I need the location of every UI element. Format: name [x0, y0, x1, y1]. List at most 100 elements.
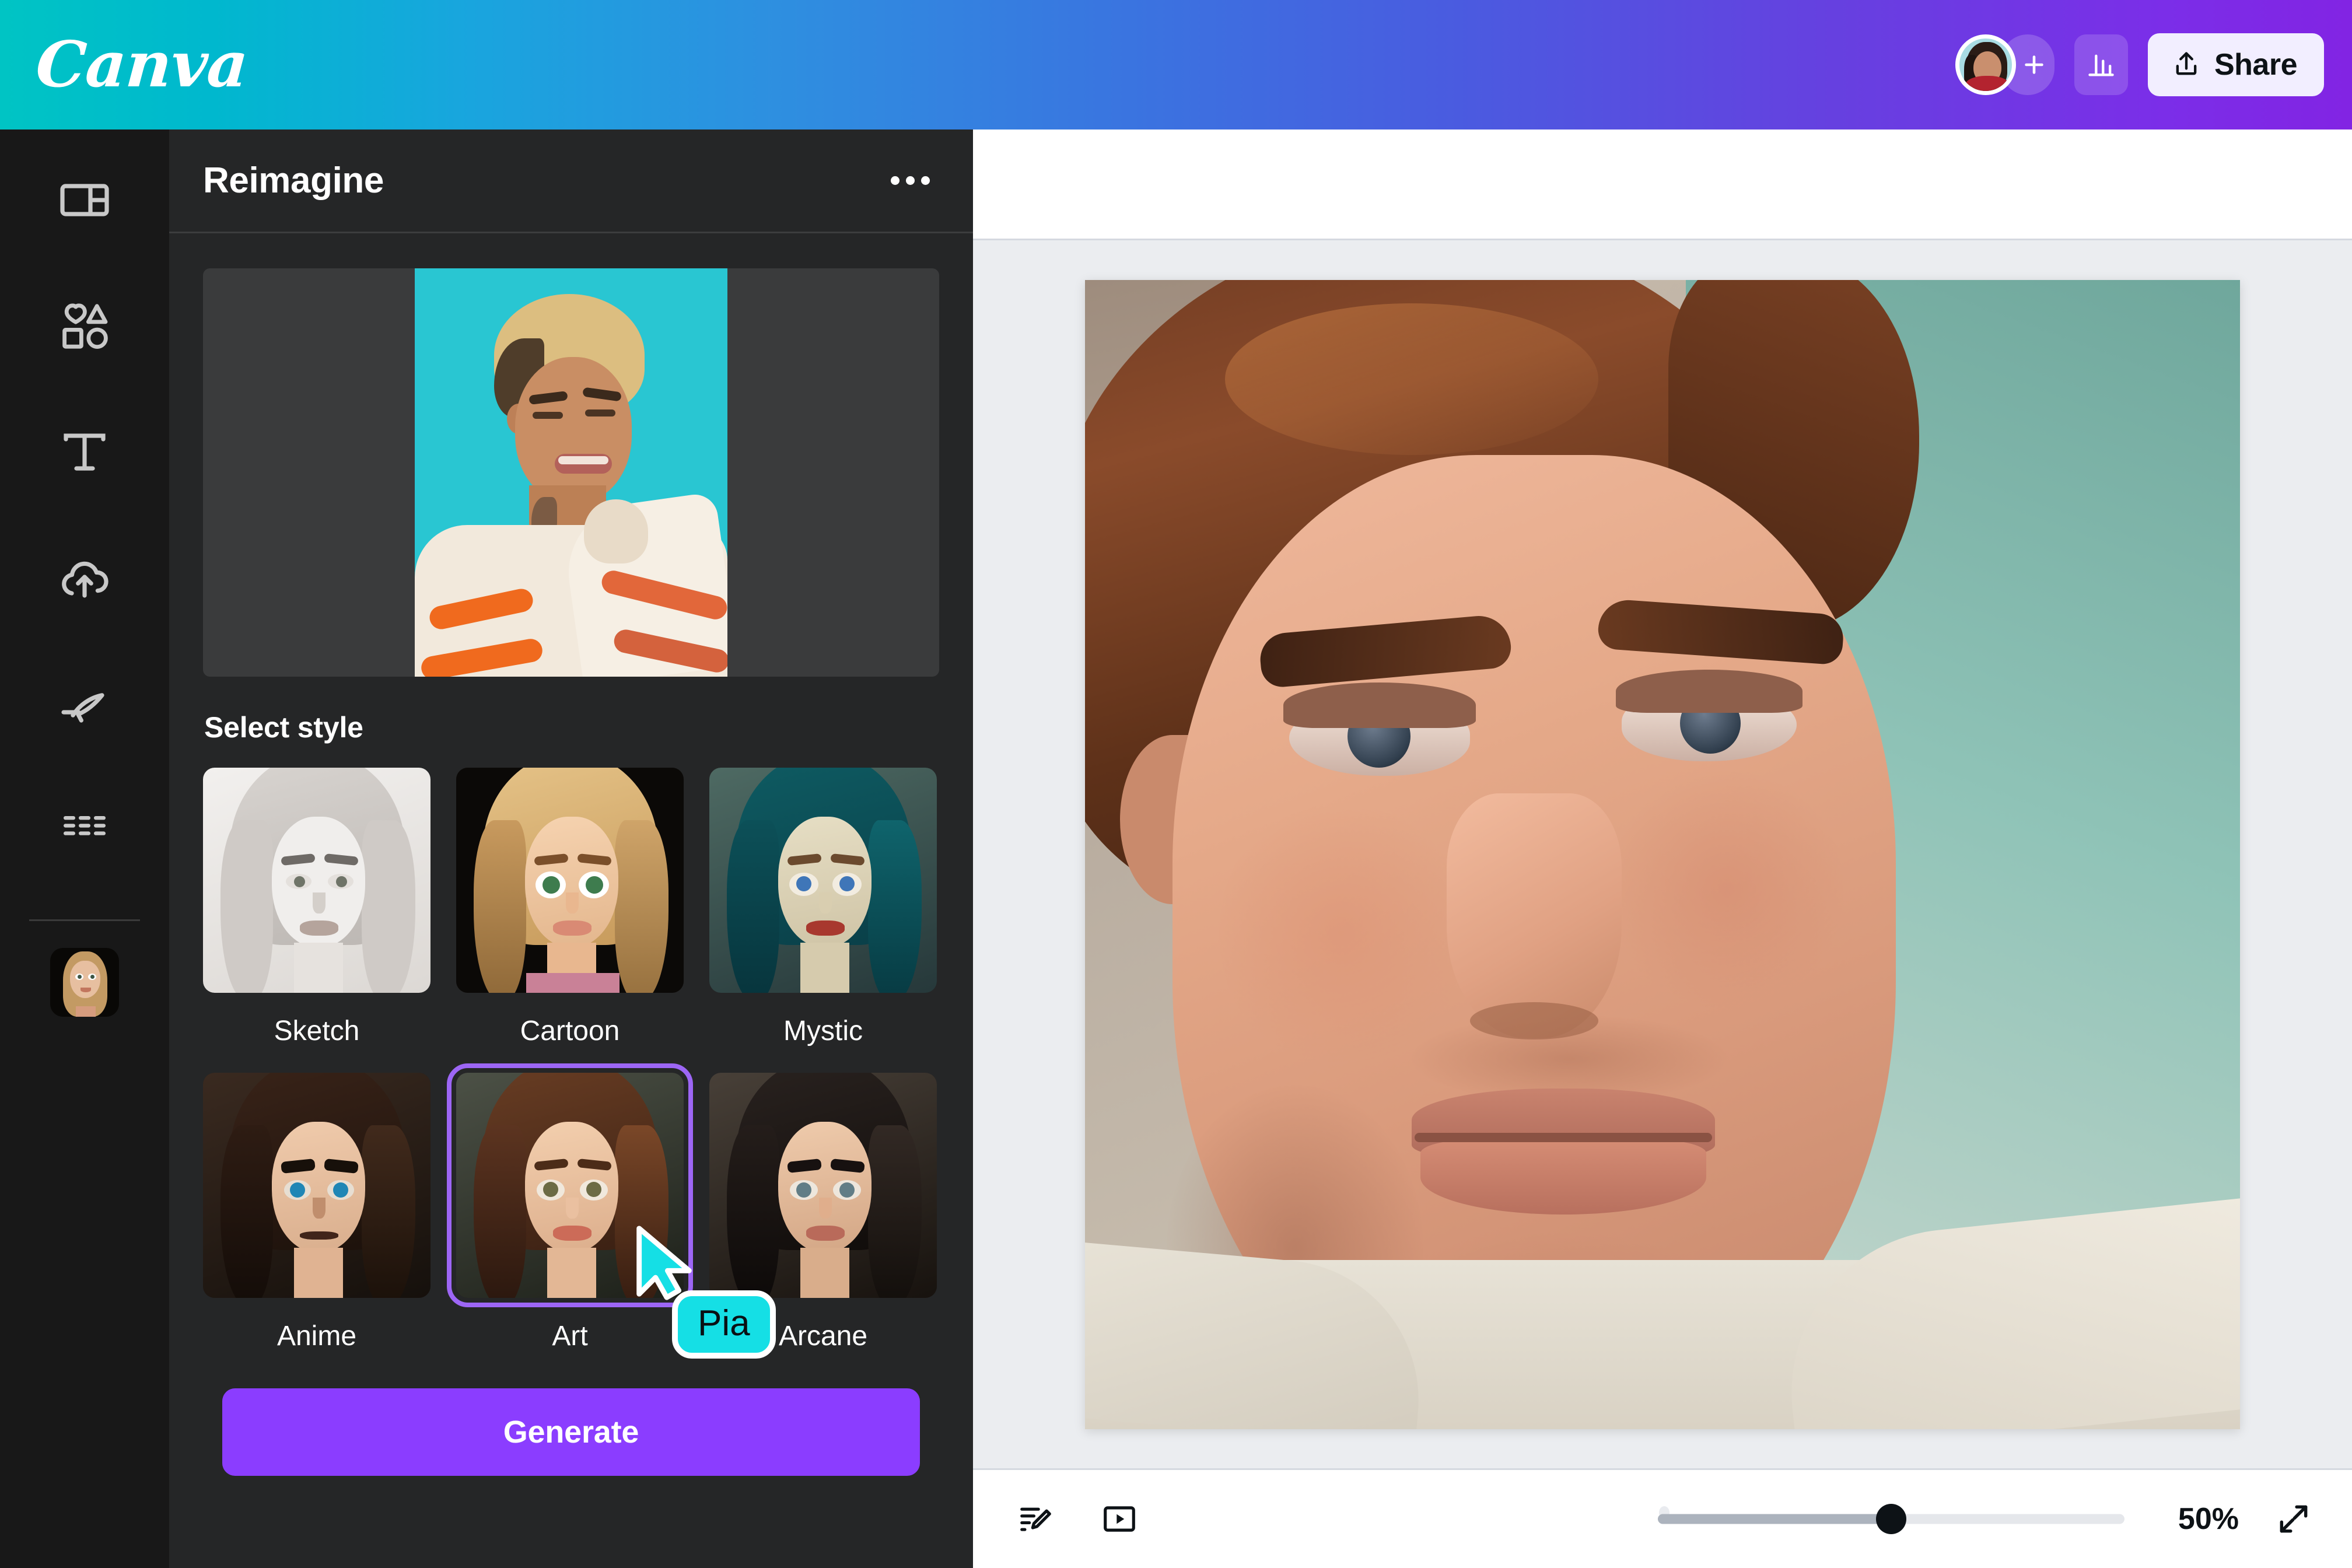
zoom-slider-thumb[interactable]: [1876, 1504, 1906, 1534]
cartoon-lips: [553, 921, 592, 936]
style-thumb-mystic: [709, 768, 937, 993]
generate-row: Generate: [203, 1352, 939, 1476]
anime-nose: [313, 1198, 326, 1219]
sketch-nose: [313, 892, 326, 914]
thumb-face: [70, 961, 100, 998]
style-label-arcane: Arcane: [778, 1321, 868, 1352]
arcane-pupil-left: [796, 1182, 811, 1198]
anime-hair-left: [220, 1125, 273, 1298]
mystic-lips: [806, 921, 845, 936]
art-neck: [547, 1248, 596, 1298]
cartoon-hair-right: [615, 820, 668, 993]
design-layout-icon: [60, 184, 109, 216]
style-thumb-anime: [203, 1073, 430, 1298]
zoom-slider-fill: [1658, 1514, 1891, 1524]
style-label-cartoon: Cartoon: [520, 1016, 620, 1046]
notes-edit-icon: [1020, 1507, 1051, 1531]
sketch-neck: [294, 943, 343, 993]
thumb-neck: [76, 1006, 96, 1017]
header-actions: Share: [1955, 33, 2324, 96]
art-pupil-right: [586, 1182, 601, 1197]
reimagine-panel: Reimagine Select style Sketch Cartoon My…: [169, 130, 973, 1568]
sidebar-item-apps[interactable]: [35, 780, 134, 880]
cartoon-nose: [566, 892, 579, 914]
sidebar-item-text[interactable]: [35, 402, 134, 502]
sidebar-item-uploads[interactable]: [35, 528, 134, 628]
recent-app-thumbnail[interactable]: [50, 948, 119, 1017]
thumb-mouth: [80, 988, 91, 992]
source-image: [415, 268, 727, 677]
sketch-lips: [300, 921, 338, 936]
avatar-body: [1965, 76, 2010, 91]
src-face: [515, 357, 632, 503]
bar-chart-icon: [2088, 54, 2114, 76]
uploads-cloud-icon: [62, 561, 108, 598]
share-button[interactable]: Share: [2147, 33, 2324, 96]
canvas-area[interactable]: [973, 240, 2352, 1470]
expand-diagonal-icon: [2280, 1505, 2308, 1533]
style-label-mystic: Mystic: [783, 1016, 863, 1046]
anime-pupil-right: [333, 1182, 348, 1198]
arcane-lips: [806, 1226, 845, 1241]
notes-button[interactable]: [1006, 1489, 1065, 1549]
sketch-hair-left: [220, 820, 273, 993]
src-eye-left: [533, 412, 563, 419]
panel-body: Select style Sketch Cartoon Mystic Anime…: [169, 233, 973, 1568]
style-option-cartoon[interactable]: Cartoon: [456, 768, 684, 1047]
canva-editor: Canva Share Reimagine Select style Sketc…: [0, 0, 2352, 1568]
avatar[interactable]: [1955, 34, 2016, 95]
share-button-label: Share: [2214, 48, 2298, 82]
sidebar-item-draw[interactable]: [35, 654, 134, 754]
present-button[interactable]: [1090, 1489, 1149, 1549]
rail-divider: [29, 919, 140, 921]
anime-pupil-left: [290, 1182, 305, 1198]
analytics-button[interactable]: [2074, 34, 2128, 95]
apps-grid-icon: [64, 816, 106, 835]
style-option-anime[interactable]: Anime: [203, 1073, 430, 1352]
style-label-sketch: Sketch: [274, 1016, 360, 1046]
sidebar-item-elements[interactable]: [35, 276, 134, 376]
sketch-pupil-left: [294, 876, 305, 887]
style-option-sketch[interactable]: Sketch: [203, 768, 430, 1047]
art-lips: [553, 1226, 592, 1241]
zoom-slider[interactable]: [1658, 1502, 2124, 1536]
source-image-preview[interactable]: [203, 268, 939, 677]
style-option-arcane[interactable]: Arcane: [709, 1073, 937, 1352]
mystic-neck: [800, 943, 849, 993]
more-dot-3: [921, 176, 930, 185]
sidebar-item-design[interactable]: [35, 150, 134, 250]
editor-main: 50%: [973, 130, 2352, 1568]
more-dot-2: [905, 176, 915, 185]
cartoon-shirt: [526, 973, 620, 993]
panel-header: Reimagine: [169, 130, 973, 233]
zoom-value: 50%: [2178, 1502, 2239, 1536]
style-grid: Sketch Cartoon Mystic Anime Art Arcane: [203, 768, 939, 1352]
generate-button[interactable]: Generate: [222, 1388, 920, 1476]
fullscreen-button[interactable]: [2266, 1491, 2322, 1547]
canva-logo[interactable]: Canva: [34, 28, 250, 102]
bottom-right-actions: 50%: [1658, 1491, 2322, 1547]
style-option-mystic[interactable]: Mystic: [709, 768, 937, 1047]
doc-cheek-right: [1610, 764, 1843, 1015]
cartoon-hair-left: [474, 820, 526, 993]
art-pupil-left: [543, 1182, 558, 1197]
panel-title: Reimagine: [203, 160, 384, 201]
text-icon: [64, 433, 106, 471]
doc-nose: [1447, 793, 1622, 1038]
sketch-hair-right: [362, 820, 415, 993]
arcane-neck: [800, 1248, 849, 1298]
doc-eyelid-right: [1616, 669, 1803, 713]
bottom-toolbar: 50%: [973, 1470, 2352, 1568]
style-option-art[interactable]: Art: [447, 1063, 693, 1352]
collaborators-group: [1955, 34, 2054, 95]
mystic-pupil-left: [796, 876, 811, 891]
canvas-document[interactable]: [1085, 279, 2240, 1429]
cartoon-pupil-left: [542, 876, 560, 894]
src-hand: [584, 499, 648, 564]
panel-more-button[interactable]: [882, 153, 938, 209]
arcane-hair-right: [868, 1125, 922, 1298]
doc-eyelid-left: [1283, 682, 1476, 728]
doc-mouth-line: [1415, 1132, 1712, 1142]
mystic-hair-right: [868, 820, 922, 993]
sketch-pupil-right: [336, 876, 347, 887]
